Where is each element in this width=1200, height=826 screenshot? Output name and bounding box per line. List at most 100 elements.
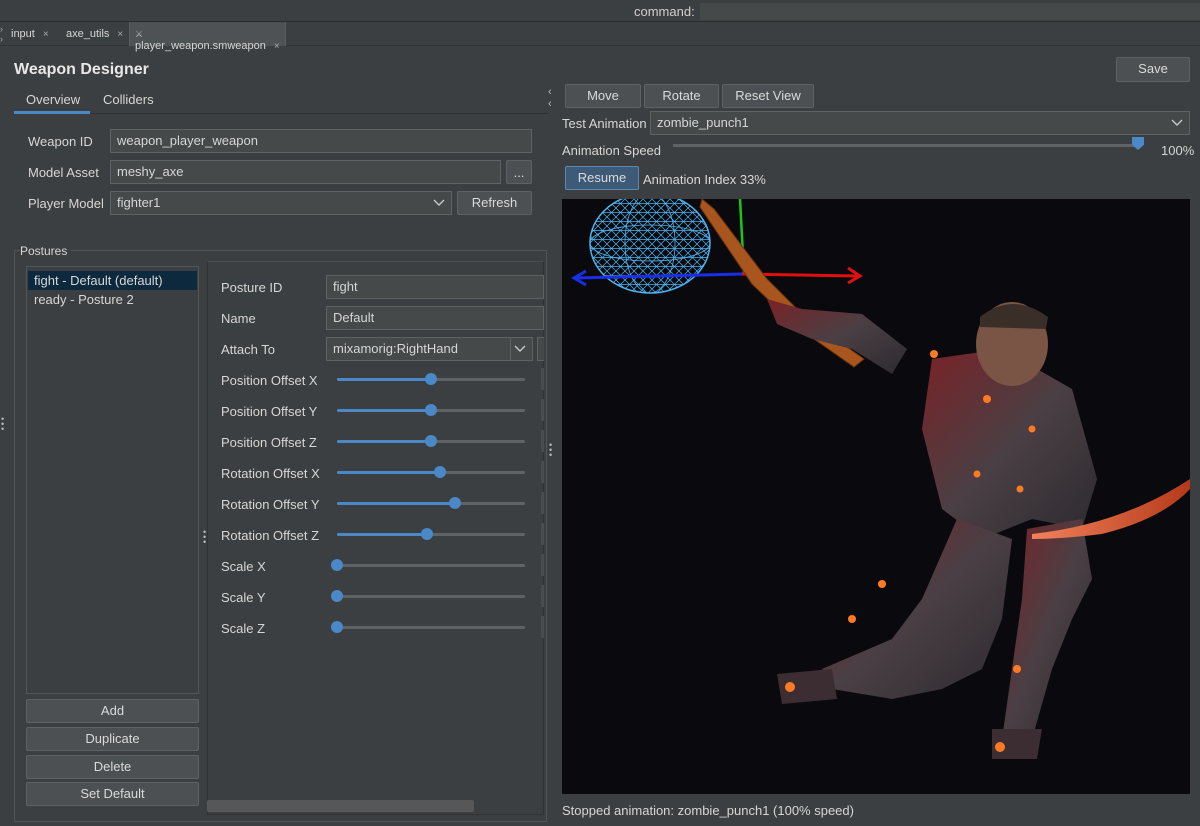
close-icon[interactable]: × [43, 29, 49, 40]
viewport-scene [571, 199, 1190, 759]
slider-thumb[interactable] [331, 621, 343, 633]
tab-label: axe_utils [66, 28, 110, 40]
splitter-handle[interactable]: • • • [549, 441, 553, 460]
character-model [767, 299, 1097, 759]
slider-spinbox-stub[interactable] [541, 399, 544, 421]
posture-id-field[interactable]: fight [326, 275, 544, 299]
attach-to-label: Attach To [221, 342, 275, 357]
name-field[interactable]: Default [326, 306, 544, 330]
chevron-down-icon [514, 345, 526, 352]
close-icon[interactable]: × [274, 41, 280, 52]
slider-fill [337, 471, 441, 474]
slider-spinbox-stub[interactable] [541, 430, 544, 452]
offset-slider[interactable] [337, 373, 525, 385]
set-default-button[interactable]: Set Default [26, 782, 199, 806]
name-label: Name [221, 311, 256, 326]
slider-fill [337, 409, 431, 412]
tab-label: input [11, 28, 35, 40]
tab-input[interactable]: input × [11, 22, 61, 46]
3d-viewport[interactable] [562, 199, 1190, 794]
delete-posture-button[interactable]: Delete [26, 755, 199, 779]
horizontal-scrollbar[interactable] [207, 800, 474, 812]
offset-slider[interactable] [331, 559, 525, 571]
offset-slider[interactable] [337, 497, 525, 509]
attach-button-stub[interactable] [537, 337, 544, 361]
tab-colliders[interactable]: Colliders [103, 92, 154, 107]
slider-thumb[interactable] [425, 404, 437, 416]
slider-label: Position Offset Y [221, 404, 318, 419]
resume-button[interactable]: Resume [565, 166, 639, 190]
offset-slider[interactable] [337, 466, 525, 478]
duplicate-posture-button[interactable]: Duplicate [26, 727, 199, 751]
posture-id-label: Posture ID [221, 280, 283, 295]
animation-index-text: Animation Index 33% [643, 172, 766, 187]
chevron-down-icon [433, 199, 445, 206]
slider-thumb[interactable] [425, 373, 437, 385]
rotate-button[interactable]: Rotate [644, 84, 719, 108]
slider-spinbox-stub[interactable] [541, 492, 544, 514]
slider-label: Scale Z [221, 621, 266, 636]
gizmo-z-axis [575, 272, 743, 280]
attach-to-select[interactable]: mixamorig:RightHand [326, 337, 533, 361]
save-button[interactable]: Save [1116, 57, 1190, 82]
slider-spinbox-stub[interactable] [541, 368, 544, 390]
slider-spinbox-stub[interactable] [541, 523, 544, 545]
slider-label: Position Offset Z [221, 435, 317, 450]
slider-spinbox-stub[interactable] [541, 616, 544, 638]
slider-fill [337, 533, 428, 536]
editor-tab-bar: › › input × axe_utils × ⚔ player_weapon.sm… [0, 22, 1200, 52]
attach-to-value: mixamorig:RightHand [333, 341, 458, 356]
model-asset-field[interactable]: meshy_axe [110, 160, 501, 184]
slider-thumb[interactable] [331, 559, 343, 571]
slider-thumb[interactable] [331, 590, 343, 602]
tab-axe-utils[interactable]: axe_utils × [66, 22, 126, 46]
player-model-select[interactable]: fighter1 [110, 191, 452, 215]
offset-slider[interactable] [331, 621, 525, 633]
slider-spinbox-stub[interactable] [541, 461, 544, 483]
animation-speed-slider[interactable] [673, 144, 1139, 147]
chevron-right-icon[interactable]: › [0, 34, 3, 44]
test-animation-select[interactable]: zombie_punch1 [650, 111, 1190, 135]
list-item[interactable]: fight - Default (default) [28, 271, 197, 290]
page-title: Weapon Designer [14, 61, 149, 78]
refresh-button[interactable]: Refresh [457, 191, 532, 215]
slider-fill [337, 502, 456, 505]
slider-spinbox-stub[interactable] [541, 554, 544, 576]
slider-spinbox-stub[interactable] [541, 585, 544, 607]
slider-thumb[interactable] [425, 435, 437, 447]
browse-button[interactable]: ... [506, 160, 532, 184]
tab-divider [14, 113, 548, 114]
tab-overview[interactable]: Overview [26, 92, 80, 107]
collapse-arrows-icon[interactable]: ‹ ‹ [548, 86, 552, 110]
list-item[interactable]: ready - Posture 2 [28, 290, 197, 309]
offset-slider[interactable] [337, 404, 525, 416]
animation-speed-label: Animation Speed [562, 143, 662, 158]
sword-icon: ⚔ [135, 29, 144, 39]
chevron-down-icon [1171, 119, 1183, 126]
offset-slider[interactable] [337, 435, 525, 447]
active-tab-indicator [14, 111, 90, 114]
weapon-id-field[interactable]: weapon_player_weapon [110, 129, 532, 153]
player-model-label: Player Model [28, 196, 104, 211]
slider-fill [337, 440, 431, 443]
splitter-handle[interactable]: • • • [1, 415, 5, 434]
command-input[interactable] [700, 3, 1200, 20]
add-posture-button[interactable]: Add [26, 699, 199, 723]
slider-thumb[interactable] [1132, 137, 1144, 150]
reset-view-button[interactable]: Reset View [722, 84, 814, 108]
weapon-id-label: Weapon ID [28, 134, 93, 149]
player-model-value: fighter1 [117, 195, 161, 210]
animation-speed-value: 100% [1161, 143, 1195, 158]
tab-player-weapon[interactable]: ⚔ player_weapon.smweapon × [129, 22, 286, 52]
slider-label: Rotation Offset Y [221, 497, 320, 512]
close-icon[interactable]: × [117, 29, 123, 40]
model-asset-label: Model Asset [28, 165, 99, 180]
chevron-right-icon[interactable]: › [0, 24, 3, 34]
offset-slider[interactable] [337, 528, 525, 540]
status-text: Stopped animation: zombie_punch1 (100% s… [562, 803, 854, 818]
collider-sphere[interactable] [589, 199, 711, 294]
offset-slider[interactable] [331, 590, 525, 602]
move-button[interactable]: Move [565, 84, 641, 108]
slider-label: Rotation Offset X [221, 466, 320, 481]
posture-list[interactable]: fight - Default (default) ready - Postur… [26, 266, 199, 694]
